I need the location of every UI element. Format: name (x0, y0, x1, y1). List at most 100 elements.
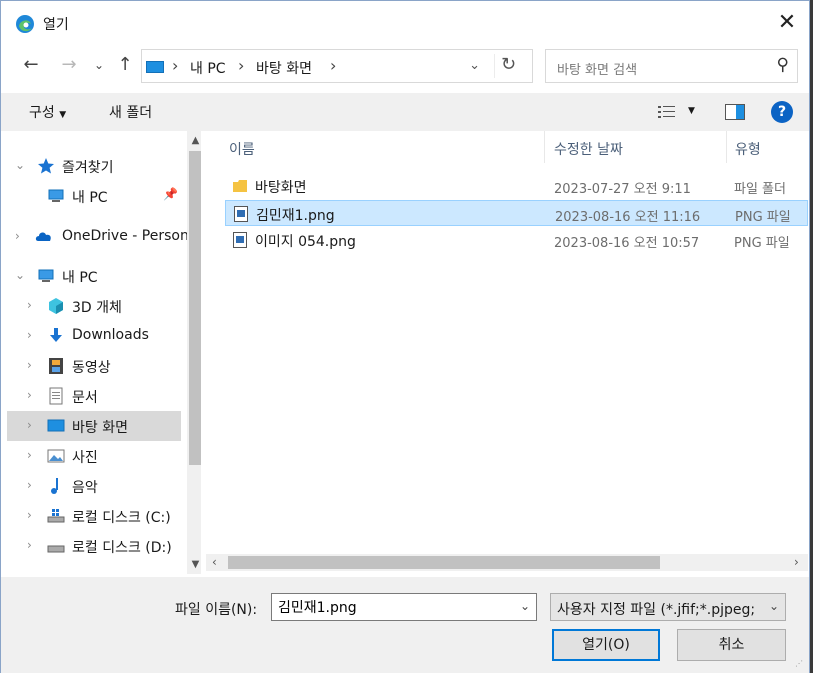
filename-label: 파일 이름(N): (175, 602, 258, 618)
horizontal-scroll-thumb[interactable] (228, 556, 660, 569)
column-header-date[interactable]: 수정한 날짜 (546, 131, 727, 163)
breadcrumb-desktop[interactable]: 바탕 화면 (256, 58, 312, 78)
cancel-button[interactable]: 취소 (677, 629, 786, 661)
column-header-label: 수정한 날짜 (554, 142, 623, 158)
title-bar: 열기 ✕ (1, 5, 809, 41)
edge-browser-icon (16, 15, 34, 33)
computer-icon (48, 189, 64, 202)
organize-button[interactable]: 구성 ▼ (29, 102, 66, 122)
up-button[interactable]: ↑ (113, 53, 137, 77)
preview-pane-icon[interactable] (725, 104, 745, 120)
sidebar-item-quick-access[interactable]: ⌄ 즐겨찾기 (7, 151, 181, 181)
sidebar-scrollbar[interactable]: ▲ ▼ (187, 131, 201, 574)
cloud-icon (35, 232, 51, 241)
filename-input[interactable] (278, 595, 508, 619)
sidebar-item-label: 내 PC (62, 270, 98, 286)
sidebar-item-downloads[interactable]: › Downloads (7, 321, 181, 351)
computer-icon (146, 61, 164, 73)
close-icon: ✕ (777, 10, 797, 35)
open-file-dialog: 열기 ✕ ← → ⌄ ↑ › 내 PC › 바탕 화면 › ⌄ ↻ 바탕 화면 … (0, 0, 810, 673)
address-bar[interactable]: › 내 PC › 바탕 화면 › ⌄ ↻ (141, 49, 533, 83)
forward-button[interactable]: → (57, 53, 81, 77)
back-button[interactable]: ← (19, 53, 43, 77)
sort-up-icon: ^ (397, 131, 406, 138)
chevron-right-icon: › (27, 388, 32, 402)
chevron-down-icon: ⌄ (768, 599, 779, 613)
file-type-filter-select[interactable]: 사용자 지정 파일 (*.jfif;*.pjpeg; ⌄ (550, 593, 786, 621)
open-button[interactable]: 열기(O) (552, 629, 660, 661)
sidebar-item-pinned-pc[interactable]: 내 PC 📌 (7, 181, 181, 211)
address-dropdown-button[interactable]: ⌄ (469, 58, 480, 73)
help-button[interactable]: ? (771, 101, 793, 123)
sidebar-item-3d-objects[interactable]: › 3D 개체 (7, 291, 181, 321)
chevron-right-icon: › (27, 448, 32, 462)
new-folder-button[interactable]: 새 폴더 (109, 102, 152, 122)
breadcrumb-this-pc[interactable]: 내 PC (190, 58, 226, 78)
chevron-right-icon: › (27, 478, 32, 492)
file-list-horizontal-scrollbar[interactable]: ‹ › (206, 554, 808, 571)
sidebar-item-label: 로컬 디스크 (D:) (72, 540, 172, 556)
chevron-down-icon: ⌄ (93, 58, 105, 72)
film-icon (49, 358, 63, 374)
help-icon: ? (777, 104, 787, 120)
filename-combobox[interactable]: ⌄ (271, 593, 537, 621)
file-row-selected[interactable]: 김민재1.png 2023-08-16 오전 11:16 PNG 파일 (225, 200, 808, 226)
column-header-type[interactable]: 유형 (727, 131, 808, 163)
cube-icon (49, 298, 63, 314)
refresh-icon: ↻ (500, 54, 517, 75)
sidebar-item-label: 동영상 (72, 360, 111, 376)
arrow-up-icon: ↑ (117, 54, 133, 75)
chevron-right-icon: › (27, 418, 32, 432)
file-date: 2023-08-16 오전 10:57 (554, 236, 700, 251)
chevron-down-icon: ⌄ (15, 268, 26, 282)
file-name: 이미지 054.png (255, 234, 356, 250)
sidebar-item-label: 로컬 디스크 (C:) (72, 510, 171, 526)
scroll-right-arrow-icon[interactable]: › (794, 555, 799, 569)
drive-icon (47, 509, 65, 523)
folder-icon (233, 180, 247, 192)
picture-icon (47, 449, 65, 463)
bottom-panel: 파일 이름(N): ⌄ 사용자 지정 파일 (*.jfif;*.pjpeg; ⌄… (1, 577, 809, 673)
file-row[interactable]: 이미지 054.png 2023-08-16 오전 10:57 PNG 파일 (225, 227, 808, 253)
refresh-button[interactable]: ↻ (494, 54, 522, 78)
search-icon: ⚲ (776, 55, 789, 75)
column-header-name[interactable]: ^ 이름 (225, 131, 545, 163)
search-input[interactable]: 바탕 화면 검색 (557, 59, 637, 78)
scroll-down-arrow-icon[interactable]: ▼ (187, 559, 201, 570)
view-dropdown-icon[interactable]: ▼ (688, 106, 695, 116)
chevron-right-icon: › (27, 298, 32, 312)
chevron-right-icon: › (172, 56, 179, 75)
resize-grip-icon[interactable]: ⋰ (795, 659, 805, 669)
chevron-down-icon[interactable]: ⌄ (520, 599, 530, 613)
sidebar-item-pictures[interactable]: › 사진 (7, 441, 181, 471)
music-icon (51, 478, 58, 494)
organize-label: 구성 (29, 105, 55, 121)
file-list: ^ 이름 수정한 날짜 유형 바탕화면 2023-07-27 오전 9:11 파… (206, 131, 808, 574)
sidebar-item-this-pc[interactable]: ⌄ 내 PC (7, 261, 181, 291)
column-header-label: 이름 (229, 142, 255, 158)
column-header-label: 유형 (735, 142, 761, 158)
sidebar-item-documents[interactable]: › 문서 (7, 381, 181, 411)
sidebar-item-drive-c[interactable]: › 로컬 디스크 (C:) (7, 501, 181, 531)
sidebar-item-label: 즐겨찾기 (62, 160, 114, 176)
sidebar-item-onedrive[interactable]: › OneDrive - Personal (7, 222, 201, 252)
close-button[interactable]: ✕ (771, 9, 803, 37)
recent-locations-button[interactable]: ⌄ (87, 53, 111, 77)
sidebar-item-music[interactable]: › 음악 (7, 471, 181, 501)
arrow-left-icon: ← (23, 54, 39, 75)
file-row-folder[interactable]: 바탕화면 2023-07-27 오전 9:11 파일 폴더 (225, 173, 808, 199)
computer-icon (38, 269, 54, 282)
scroll-up-arrow-icon[interactable]: ▲ (187, 135, 201, 146)
sidebar-item-label: 음악 (72, 480, 98, 496)
search-box[interactable]: 바탕 화면 검색 ⚲ (545, 49, 798, 83)
sidebar-item-videos[interactable]: › 동영상 (7, 351, 181, 381)
sidebar-item-desktop[interactable]: › 바탕 화면 (7, 411, 181, 441)
sidebar-item-label: 사진 (72, 450, 98, 466)
sidebar-scroll-thumb[interactable] (189, 151, 201, 465)
view-options-icon[interactable] (658, 105, 676, 119)
scroll-left-arrow-icon[interactable]: ‹ (212, 555, 217, 569)
file-date: 2023-07-27 오전 9:11 (554, 182, 691, 197)
image-file-icon (234, 206, 248, 222)
sidebar-item-drive-d[interactable]: › 로컬 디스크 (D:) (7, 531, 181, 561)
file-name: 김민재1.png (256, 208, 335, 224)
